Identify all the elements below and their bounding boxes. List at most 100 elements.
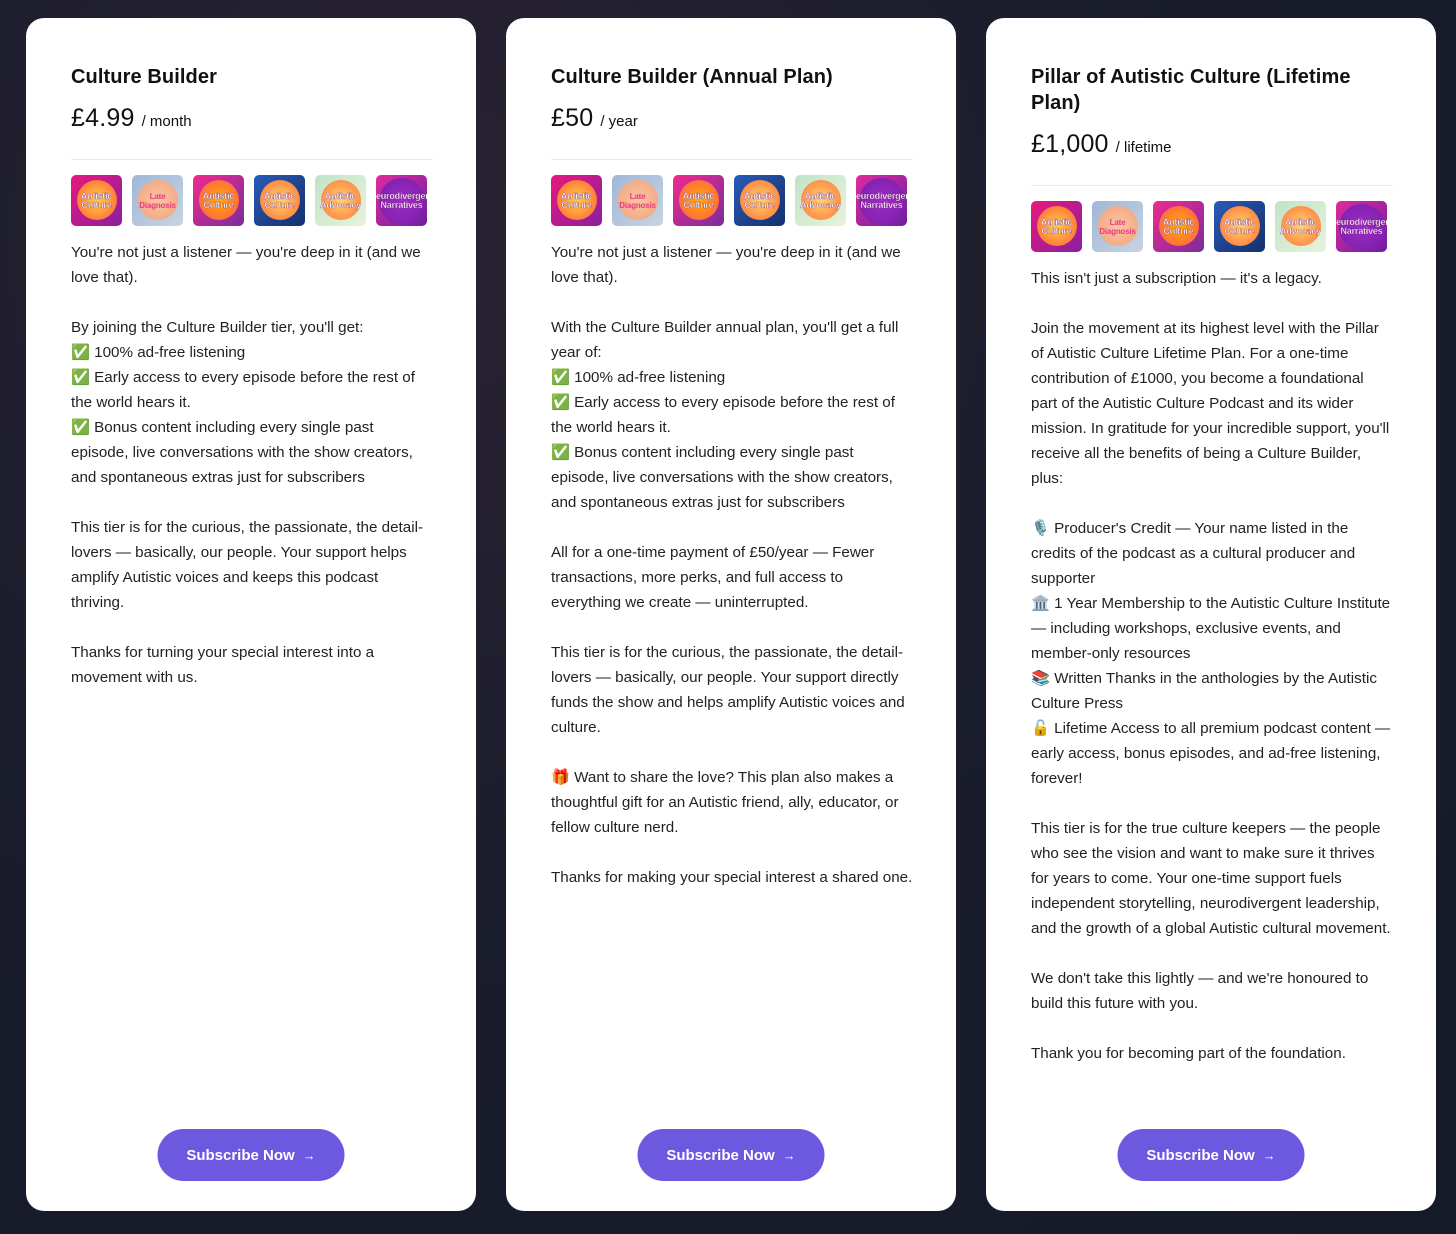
description-paragraph: Thanks for making your special interest … [551, 865, 913, 890]
description-line: This tier is for the curious, the passio… [71, 519, 424, 611]
icon-label: Autistic Culture [682, 190, 715, 210]
description-paragraph: With the Culture Builder annual plan, yo… [551, 315, 913, 515]
pricing-page: Culture Builder £4.99 / month Autistic Cult… [0, 0, 1456, 1234]
arrow-right-icon: → [302, 1147, 316, 1163]
description-paragraph: You're not just a listener — you're deep… [71, 240, 433, 290]
icon-label: Late Diagnosis [1099, 217, 1136, 236]
autistic-culture-blue-icon: Autistic Culture [254, 175, 305, 226]
description-line: ✅ 100% ad-free listening [551, 369, 726, 386]
subscribe-now-button[interactable]: Subscribe Now → [1117, 1129, 1305, 1181]
plan-price: £4.99 [71, 104, 135, 132]
divider [551, 159, 913, 160]
icon-label: Autistic Advocacy [800, 190, 841, 210]
icon-label: Autistic Advocacy [1280, 216, 1321, 236]
icon-label: Autistic Culture [1223, 216, 1256, 236]
description-line: 🎁 Want to share the love? This plan also… [551, 769, 899, 836]
icon-label: Autistic Culture [202, 190, 235, 210]
description-paragraph: Thank you for becoming part of the found… [1031, 1041, 1393, 1066]
description-line: 🎙️ Producer's Credit — Your name listed … [1031, 520, 1356, 587]
icon-label: Autistic Culture [743, 190, 776, 210]
plan-price: £1,000 [1031, 130, 1109, 158]
description-line: You're not just a listener — you're deep… [71, 244, 421, 286]
description-paragraph: We don't take this lightly — and we're h… [1031, 966, 1393, 1016]
autistic-advocacy-icon: Autistic Advocacy [795, 175, 846, 226]
description-line: Thanks for turning your special interest… [71, 644, 375, 686]
neurodivergent-narratives-icon: Neurodivergent Narratives [856, 175, 907, 226]
subscribe-now-button[interactable]: Subscribe Now → [637, 1129, 825, 1181]
plan-title: Culture Builder (Annual Plan) [551, 66, 833, 88]
subscribe-label: Subscribe Now [1146, 1146, 1255, 1164]
autistic-culture-icon: Autistic Culture [1031, 201, 1082, 252]
autistic-culture-plus-icon: Autistic Culture [673, 175, 724, 226]
plan-card-annual: Culture Builder (Annual Plan) £50 / year Au… [506, 18, 956, 1211]
description-line: 🔓 Lifetime Access to all premium podcast… [1031, 720, 1391, 787]
description-line: All for a one-time payment of £50/year —… [551, 544, 875, 611]
icon-label: Autistic Culture [263, 190, 296, 210]
plan-title: Pillar of Autistic Culture (Lifetime Pla… [1031, 66, 1351, 114]
podcast-icons-row: Autistic Culture Late Diagnosis Autistic C… [1031, 201, 1391, 252]
description-paragraph: All for a one-time payment of £50/year —… [551, 540, 913, 615]
description-line: You're not just a listener — you're deep… [551, 244, 901, 286]
description-paragraph: 🎙️ Producer's Credit — Your name listed … [1031, 516, 1393, 791]
description-line: 📚 Written Thanks in the anthologies by t… [1031, 670, 1377, 712]
autistic-culture-icon: Autistic Culture [551, 175, 602, 226]
plan-description: You're not just a listener — you're deep… [71, 240, 433, 690]
icon-label: Neurodivergent Narratives [1336, 216, 1387, 236]
divider [71, 159, 433, 160]
icon-label: Late Diagnosis [619, 191, 656, 210]
description-line: With the Culture Builder annual plan, yo… [551, 319, 899, 361]
autistic-culture-plus-icon: Autistic Culture [193, 175, 244, 226]
plan-description: This isn't just a subscription — it's a … [1031, 266, 1393, 1066]
plan-period: / lifetime [1115, 139, 1172, 156]
description-line: 🏛️ 1 Year Membership to the Autistic Cul… [1031, 595, 1391, 662]
plan-period: / year [600, 113, 638, 130]
description-line: Join the movement at its highest level w… [1031, 320, 1390, 487]
description-line: ✅ Early access to every episode before t… [71, 369, 415, 411]
icon-label: Autistic Advocacy [320, 190, 361, 210]
description-line: ✅ 100% ad-free listening [71, 344, 246, 361]
late-diagnosis-icon: Late Diagnosis [132, 175, 183, 226]
autistic-culture-plus-icon: Autistic Culture [1153, 201, 1204, 252]
price-row: £50 / year [551, 104, 911, 133]
description-paragraph: This tier is for the curious, the passio… [71, 515, 433, 615]
description-line: ✅ Bonus content including every single p… [551, 444, 893, 511]
description-paragraph: This isn't just a subscription — it's a … [1031, 266, 1393, 291]
description-line: This tier is for the curious, the passio… [551, 644, 905, 736]
icon-label: Neurodivergent Narratives [376, 190, 427, 210]
neurodivergent-narratives-icon: Neurodivergent Narratives [1336, 201, 1387, 252]
podcast-icons-row: Autistic Culture Late Diagnosis Autistic C… [551, 175, 911, 226]
icon-label: Late Diagnosis [139, 191, 176, 210]
autistic-culture-blue-icon: Autistic Culture [734, 175, 785, 226]
icon-label: Autistic Culture [1040, 216, 1073, 236]
description-paragraph: By joining the Culture Builder tier, you… [71, 315, 433, 490]
description-line: Thank you for becoming part of the found… [1031, 1045, 1346, 1062]
description-paragraph: Thanks for turning your special interest… [71, 640, 433, 690]
late-diagnosis-icon: Late Diagnosis [612, 175, 663, 226]
plan-title: Culture Builder [71, 66, 217, 88]
autistic-advocacy-icon: Autistic Advocacy [1275, 201, 1326, 252]
description-paragraph: You're not just a listener — you're deep… [551, 240, 913, 290]
description-paragraph: This tier is for the curious, the passio… [551, 640, 913, 740]
description-line: We don't take this lightly — and we're h… [1031, 970, 1369, 1012]
podcast-icons-row: Autistic Culture Late Diagnosis Autistic C… [71, 175, 431, 226]
icon-label: Autistic Culture [80, 190, 113, 210]
description-paragraph: Join the movement at its highest level w… [1031, 316, 1393, 491]
subscribe-label: Subscribe Now [666, 1146, 775, 1164]
subscribe-label: Subscribe Now [186, 1146, 295, 1164]
description-line: ✅ Bonus content including every single p… [71, 419, 413, 486]
plan-period: / month [141, 113, 192, 130]
plan-card-lifetime: Pillar of Autistic Culture (Lifetime Pla… [986, 18, 1436, 1211]
description-line: This isn't just a subscription — it's a … [1031, 270, 1322, 287]
arrow-right-icon: → [1262, 1147, 1276, 1163]
subscribe-now-button[interactable]: Subscribe Now → [157, 1129, 345, 1181]
description-line: By joining the Culture Builder tier, you… [71, 319, 364, 336]
description-line: This tier is for the true culture keeper… [1031, 820, 1391, 937]
plan-price: £50 [551, 104, 594, 132]
description-line: ✅ Early access to every episode before t… [551, 394, 895, 436]
autistic-advocacy-icon: Autistic Advocacy [315, 175, 366, 226]
icon-label: Autistic Culture [560, 190, 593, 210]
price-row: £4.99 / month [71, 104, 431, 133]
neurodivergent-narratives-icon: Neurodivergent Narratives [376, 175, 427, 226]
plan-description: You're not just a listener — you're deep… [551, 240, 913, 890]
icon-label: Autistic Culture [1162, 216, 1195, 236]
